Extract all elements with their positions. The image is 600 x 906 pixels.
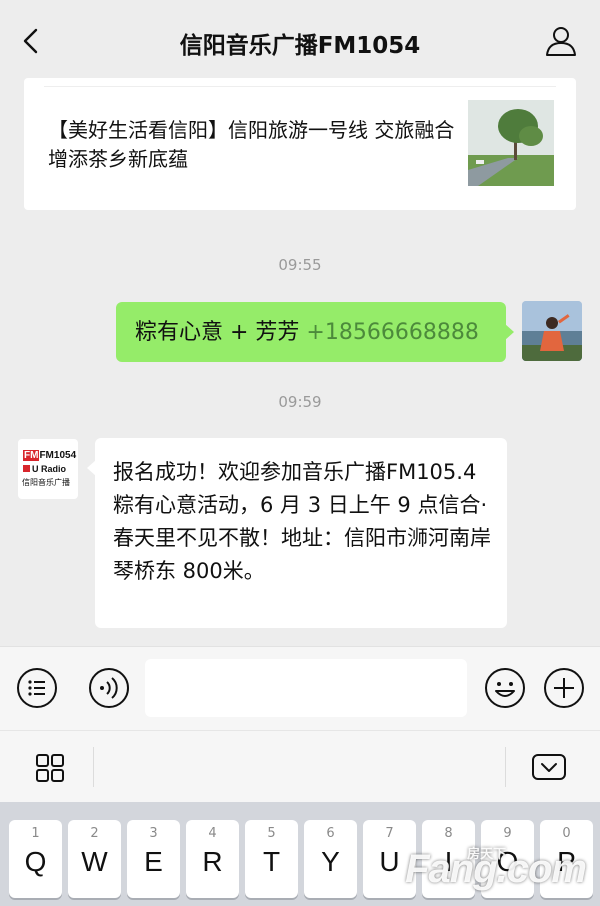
sent-message-body: 粽有心意 + 芳芳 <box>135 320 307 345</box>
fm-logo-line3: 信阳音乐广播 <box>22 478 70 487</box>
received-message-bubble[interactable]: 报名成功！欢迎参加音乐广播FM105.4 粽有心意活动，6 月 3 日上午 9 … <box>87 438 507 628</box>
chat-header: 信阳音乐广播FM1054 <box>0 0 600 82</box>
key-number: 8 <box>444 826 453 841</box>
emoji-icon[interactable] <box>484 667 526 709</box>
keyboard-toolbar <box>0 730 600 802</box>
key-number: 9 <box>503 826 512 841</box>
key-t[interactable]: 5T <box>245 820 298 898</box>
user-avatar[interactable] <box>522 301 582 361</box>
message-input[interactable] <box>145 659 467 717</box>
voice-input-icon[interactable] <box>88 667 130 709</box>
plus-icon[interactable] <box>543 667 585 709</box>
grid-icon[interactable] <box>35 753 65 783</box>
watermark: 房天下 Fang.com <box>405 846 587 892</box>
timestamp: 09:55 <box>278 256 322 274</box>
article-card[interactable]: 【美好生活看信阳】信阳旅游一号线 交旅融合增添茶乡新底蕴 <box>24 78 576 210</box>
phone-number-link[interactable]: +18566668888 <box>306 320 478 345</box>
bubble-tail <box>505 324 514 340</box>
fm-radio-avatar[interactable]: FMFM1054 U Radio 信阳音乐广播 <box>18 439 78 499</box>
timestamp: 09:59 <box>278 393 322 411</box>
menu-list-icon[interactable] <box>16 667 58 709</box>
article-title: 【美好生活看信阳】信阳旅游一号线 交旅融合增添茶乡新底蕴 <box>48 118 455 171</box>
key-letter: Q <box>24 846 47 877</box>
toolbar-divider <box>93 747 94 787</box>
key-letter: E <box>144 846 163 877</box>
article-thumbnail <box>468 100 554 186</box>
key-letter: W <box>81 846 108 877</box>
key-letter: T <box>262 846 281 877</box>
key-letter: Y <box>321 846 340 877</box>
key-number: 0 <box>562 826 571 841</box>
chat-title: 信阳音乐广播FM1054 <box>179 33 421 59</box>
key-number: 5 <box>267 826 276 841</box>
sent-message-bubble[interactable]: 粽有心意 + 芳芳 +18566668888 <box>116 302 514 362</box>
key-r[interactable]: 4R <box>186 820 239 898</box>
key-number: 6 <box>326 826 335 841</box>
key-number: 1 <box>31 826 40 841</box>
card-divider <box>44 86 556 87</box>
received-message-text: 报名成功！欢迎参加音乐广播FM105.4 粽有心意活动，6 月 3 日上午 9 … <box>113 460 491 583</box>
key-number: 2 <box>90 826 99 841</box>
fm-logo-line2: U Radio <box>32 464 67 474</box>
fm-logo-square <box>23 465 30 472</box>
fm-logo-line1: FM1054 <box>39 450 77 461</box>
key-letter: R <box>202 846 223 877</box>
key-number: 7 <box>385 826 394 841</box>
key-w[interactable]: 2W <box>68 820 121 898</box>
key-q[interactable]: 1Q <box>9 820 62 898</box>
keyboard-collapse-icon[interactable] <box>531 752 567 782</box>
key-e[interactable]: 3E <box>127 820 180 898</box>
keyboard: 1Q 2W 3E 4R 5T 6Y 7U 8I 9O 0P 房天下 Fang.c… <box>0 802 600 906</box>
key-number: 4 <box>208 826 217 841</box>
bubble-tail <box>87 460 96 476</box>
fm-logo-mark: FM <box>23 450 40 461</box>
person-icon[interactable] <box>544 24 578 58</box>
key-number: 3 <box>149 826 158 841</box>
key-y[interactable]: 6Y <box>304 820 357 898</box>
toolbar-divider <box>505 747 506 787</box>
sent-message-text: 粽有心意 + 芳芳 +18566668888 <box>135 318 479 348</box>
watermark-sub: 房天下 <box>467 846 507 861</box>
message-input-bar <box>0 646 600 730</box>
